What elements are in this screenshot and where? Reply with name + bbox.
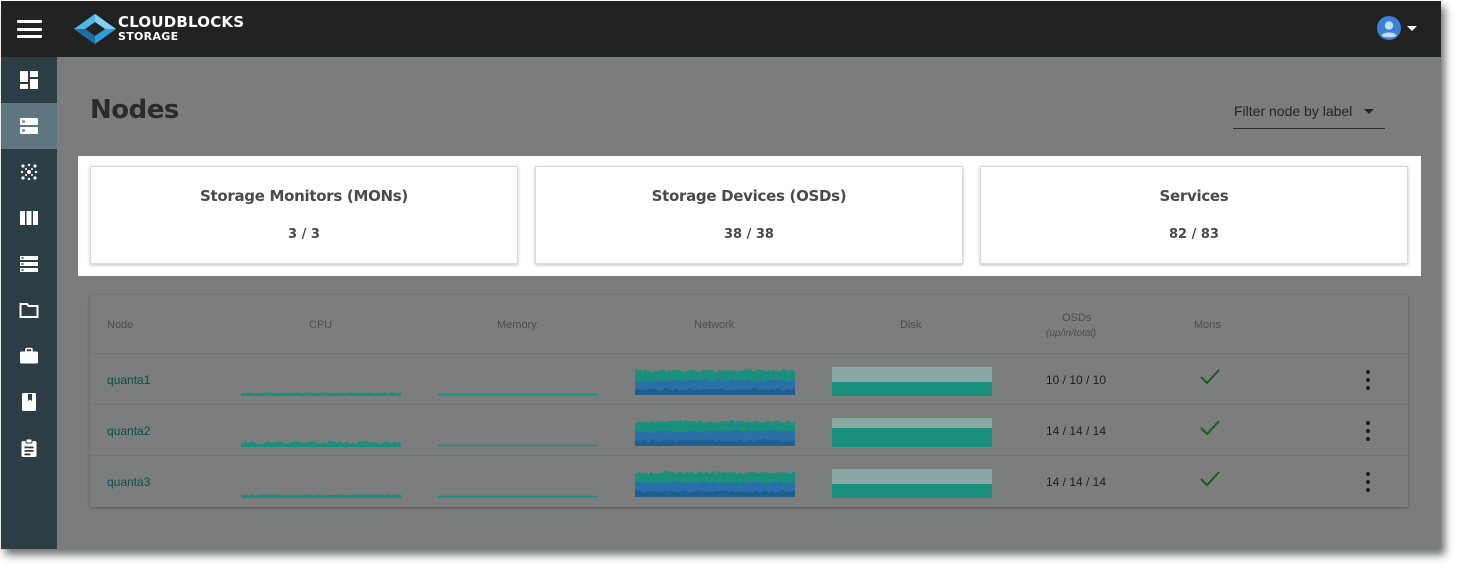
sidebar-item-dashboard[interactable] xyxy=(1,57,57,103)
nodes-table: Node CPU Memory Network Disk OSDs (up/in… xyxy=(90,295,1408,507)
dashboard-icon xyxy=(20,71,38,89)
app-window: CLOUDBLOCKS STORAGE Nodes Filter node by… xyxy=(1,1,1441,549)
osd-count: 14 / 14 / 14 xyxy=(1045,424,1107,438)
sidebar-item-folder[interactable] xyxy=(1,287,57,333)
cpu-sparkline xyxy=(241,440,401,447)
filter-node-dropdown[interactable]: Filter node by label xyxy=(1233,97,1385,129)
cluster-icon xyxy=(20,163,38,181)
network-chart xyxy=(635,471,795,497)
more-options-icon[interactable] xyxy=(1360,421,1376,441)
stat-card-mons: Storage Monitors (MONs) 3 / 3 xyxy=(90,166,518,264)
stat-value: 3 / 3 xyxy=(288,227,320,242)
caret-down-icon[interactable] xyxy=(1407,26,1417,31)
user-avatar-icon[interactable] xyxy=(1377,16,1401,40)
osd-count: 14 / 14 / 14 xyxy=(1045,475,1107,489)
stats-panel: Storage Monitors (MONs) 3 / 3 Storage De… xyxy=(78,156,1421,276)
cpu-sparkline xyxy=(241,392,401,396)
disk-usage-bar xyxy=(832,418,992,447)
page-title: Nodes xyxy=(90,95,179,125)
stat-title: Storage Monitors (MONs) xyxy=(200,187,408,205)
disk-usage-bar xyxy=(832,469,992,498)
column-header-disk: Disk xyxy=(900,319,922,331)
memory-sparkline xyxy=(438,444,598,447)
stat-value: 38 / 38 xyxy=(724,227,774,242)
disk-usage-bar xyxy=(832,367,992,396)
checkmark-icon xyxy=(1200,369,1220,385)
sidebar-item-pools[interactable] xyxy=(1,195,57,241)
node-link[interactable]: quanta2 xyxy=(107,424,150,438)
sidebar-item-clipboard[interactable] xyxy=(1,425,57,471)
brand-name: CLOUDBLOCKS xyxy=(118,13,245,31)
checkmark-icon xyxy=(1200,471,1220,487)
list-icon xyxy=(20,256,38,272)
more-options-icon[interactable] xyxy=(1360,370,1376,390)
stat-card-services: Services 82 / 83 xyxy=(980,166,1408,264)
node-link[interactable]: quanta3 xyxy=(107,475,150,489)
nodes-icon xyxy=(20,118,38,134)
column-header-osds-sub: (up/in/total) xyxy=(1046,328,1097,339)
pools-icon xyxy=(20,211,38,225)
column-header-cpu: CPU xyxy=(309,319,333,331)
more-options-icon[interactable] xyxy=(1360,472,1376,492)
stat-title: Storage Devices (OSDs) xyxy=(651,187,847,205)
clipboard-icon xyxy=(21,438,37,457)
stat-card-osds: Storage Devices (OSDs) 38 / 38 xyxy=(535,166,963,264)
briefcase-icon xyxy=(20,347,38,364)
osd-count: 10 / 10 / 10 xyxy=(1045,373,1107,387)
folder-icon xyxy=(19,303,39,318)
network-chart xyxy=(635,420,795,446)
sidebar-item-cluster[interactable] xyxy=(1,149,57,195)
brand-subtitle: STORAGE xyxy=(118,30,179,43)
top-bar: CLOUDBLOCKS STORAGE xyxy=(1,1,1441,57)
column-header-node: Node xyxy=(107,319,134,331)
table-row: quanta2 14 / 14 / 14 xyxy=(90,404,1408,455)
network-chart xyxy=(635,369,795,395)
column-header-network: Network xyxy=(694,319,735,331)
sidebar-item-list[interactable] xyxy=(1,241,57,287)
cpu-sparkline xyxy=(241,494,401,498)
sidebar-item-nodes[interactable] xyxy=(1,103,57,149)
sidebar-item-briefcase[interactable] xyxy=(1,333,57,379)
table-row: quanta3 14 / 14 / 14 xyxy=(90,455,1408,506)
stat-title: Services xyxy=(1159,187,1229,205)
cloudblocks-logo-icon xyxy=(74,14,116,44)
book-icon xyxy=(22,393,36,411)
caret-down-icon xyxy=(1364,109,1374,114)
memory-sparkline xyxy=(438,393,598,396)
checkmark-icon xyxy=(1200,420,1220,436)
node-link[interactable]: quanta1 xyxy=(107,373,150,387)
column-header-memory: Memory xyxy=(497,319,537,331)
sidebar-item-book[interactable] xyxy=(1,379,57,425)
stat-value: 82 / 83 xyxy=(1169,227,1219,242)
hamburger-menu-icon[interactable] xyxy=(17,20,42,38)
column-header-mons: Mons xyxy=(1194,319,1221,331)
filter-node-label: Filter node by label xyxy=(1234,103,1353,119)
table-row: quanta1 10 / 10 / 10 xyxy=(90,353,1408,404)
memory-sparkline xyxy=(438,495,598,498)
column-header-osds: OSDs xyxy=(1062,312,1092,324)
sidebar xyxy=(1,57,57,549)
